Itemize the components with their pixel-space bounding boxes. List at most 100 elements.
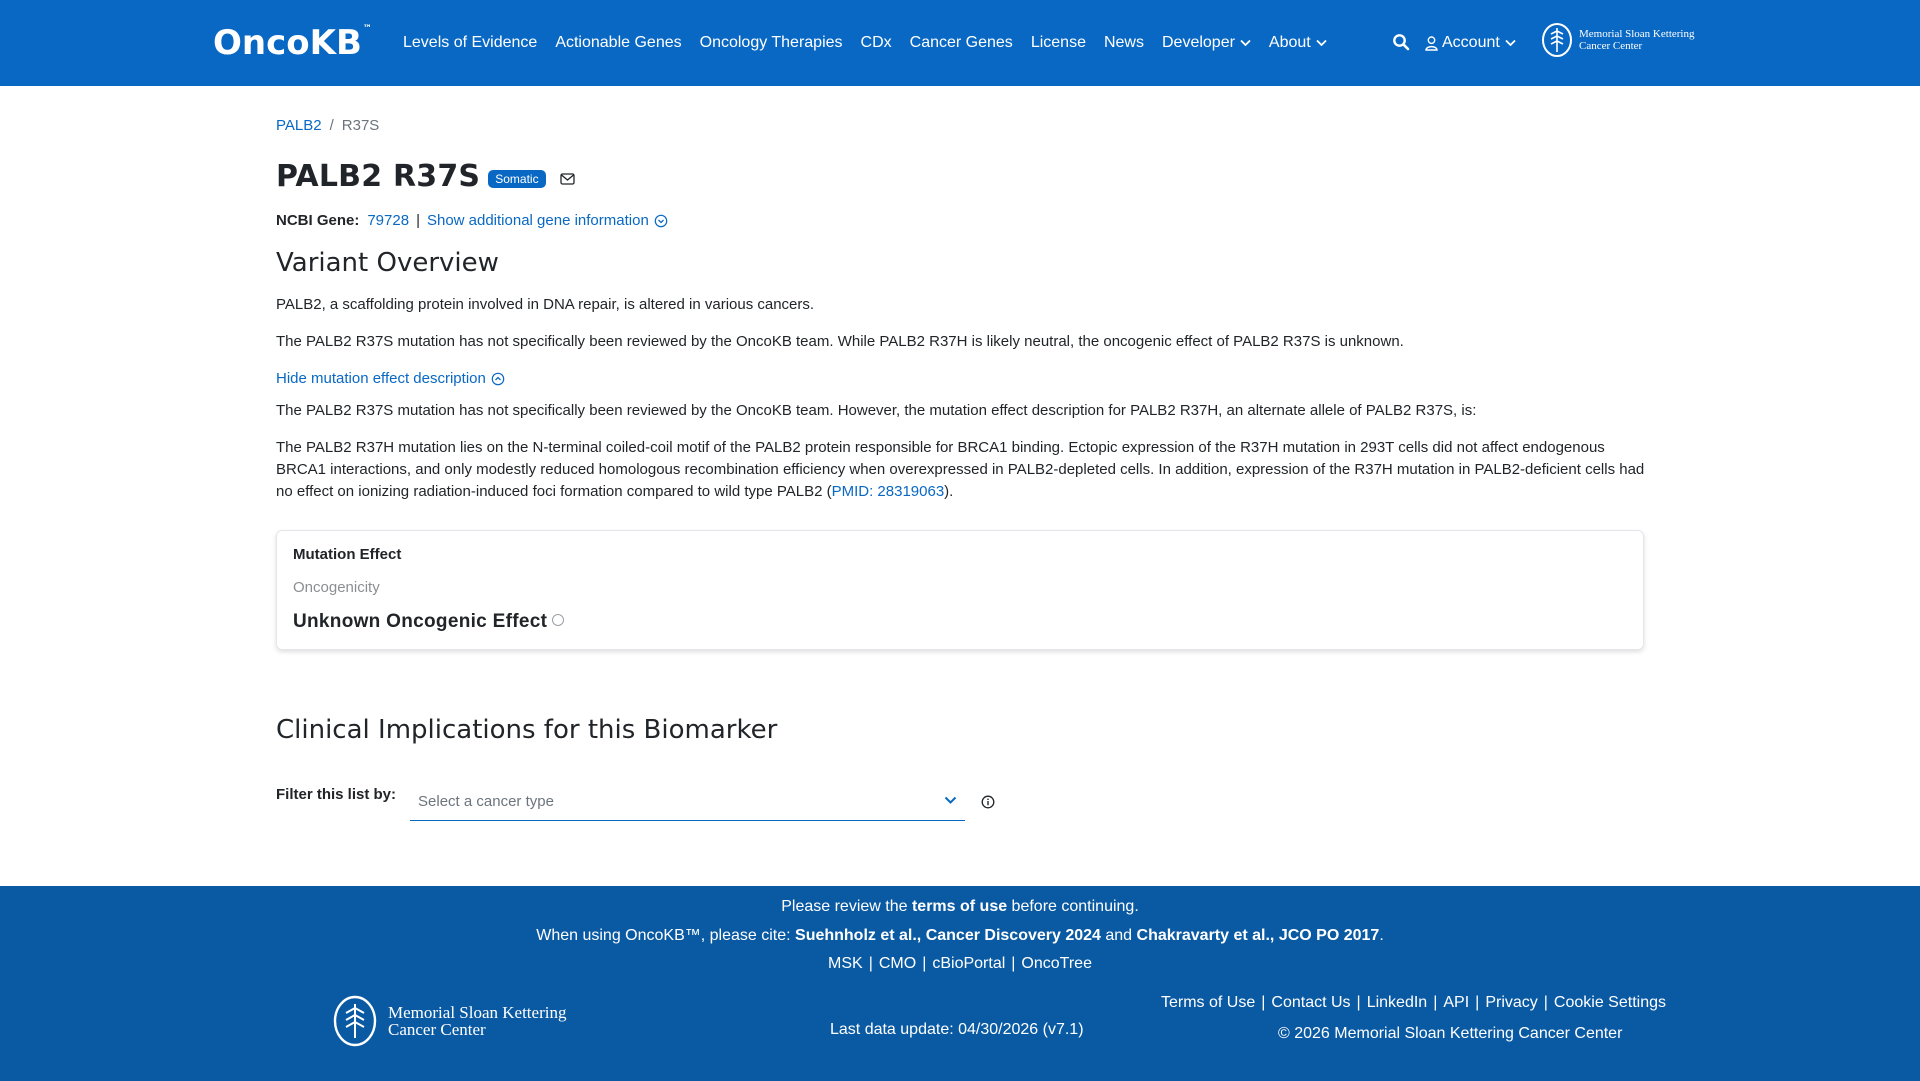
footer-review-post: before continuing. (1007, 898, 1139, 915)
footer-sep: | (1433, 994, 1438, 1011)
mutation-effect-card: Mutation Effect Oncogenicity Unknown Onc… (276, 530, 1644, 650)
mutation-effect-end: ). (944, 483, 954, 500)
filter-label: Filter this list by: (276, 786, 397, 803)
footer-contact-us[interactable]: Contact Us (1271, 994, 1350, 1012)
nav-actionable-genes[interactable]: Actionable Genes (555, 34, 681, 52)
chevron-down-icon (944, 796, 957, 804)
oncogenicity-value: Unknown Oncogenic Effect (293, 611, 548, 632)
msk-header-text: Memorial Sloan Kettering Cancer Center (1579, 28, 1694, 52)
msk-footer-text: Memorial Sloan Kettering Cancer Center (388, 1004, 566, 1038)
gene-info-row: NCBI Gene: 79728 | Show additional gene … (276, 212, 668, 229)
copyright: © 2026 Memorial Sloan Kettering Cancer C… (1278, 1025, 1623, 1042)
footer-terms-notice: Please review the terms of use before co… (0, 898, 1920, 916)
gene-info-pipe: | (416, 212, 420, 229)
logo-text: OncoKB (213, 23, 362, 63)
msk-header-logo[interactable]: Memorial Sloan Kettering Cancer Center (1541, 22, 1694, 58)
somatic-badge: Somatic (488, 169, 546, 188)
footer-terms-of-use[interactable]: Terms of Use (1161, 994, 1255, 1012)
mutation-effect-text: The PALB2 R37H mutation lies on the N-te… (276, 439, 1645, 500)
footer-sep: | (1356, 994, 1361, 1011)
footer-cookie-settings[interactable]: Cookie Settings (1554, 994, 1666, 1012)
nav-license[interactable]: License (1031, 34, 1086, 52)
circle-chevron-up-icon (491, 372, 505, 385)
footer-api[interactable]: API (1443, 994, 1469, 1012)
chevron-down-icon (1505, 39, 1516, 47)
nav-oncology-therapies[interactable]: Oncology Therapies (700, 34, 843, 52)
footer-link-oncotree[interactable]: OncoTree (1021, 955, 1092, 972)
footer: Please review the terms of use before co… (0, 886, 1920, 1081)
circle-chevron-down-icon (654, 214, 668, 227)
footer-sep: | (1475, 994, 1480, 1011)
ncbi-gene-label: NCBI Gene: (276, 212, 360, 229)
pmid-link[interactable]: PMID: 28319063 (832, 483, 945, 500)
nav-about-dropdown[interactable]: About (1269, 34, 1327, 52)
msk-name-line2: Cancer Center (1579, 40, 1643, 52)
user-icon (1425, 35, 1438, 51)
hide-mutation-effect-label: Hide mutation effect description (276, 370, 486, 387)
breadcrumb-current: R37S (341, 117, 380, 134)
cancer-type-placeholder: Select a cancer type (418, 793, 554, 810)
breadcrumb-separator: / (329, 117, 334, 134)
nav-developer-label: Developer (1161, 34, 1235, 51)
chevron-down-icon (1240, 39, 1251, 47)
nav-news[interactable]: News (1104, 34, 1144, 52)
nav-cancer-genes[interactable]: Cancer Genes (910, 34, 1013, 52)
msk-footer-logo[interactable]: Memorial Sloan Kettering Cancer Center (333, 995, 566, 1047)
footer-cite-link-2[interactable]: Chakravarty et al., JCO PO 2017 (1137, 927, 1380, 944)
chevron-down-icon (1316, 39, 1327, 47)
variant-overview-summary: PALB2, a scaffolding protein involved in… (276, 296, 815, 313)
nav-developer-dropdown[interactable]: Developer (1162, 34, 1251, 52)
footer-link-cmo[interactable]: CMO (879, 955, 916, 972)
nav-links: Levels of Evidence Actionable Genes Onco… (394, 0, 1336, 86)
oncogenicity-value-row: Unknown Oncogenic Effect (293, 611, 565, 633)
footer-terms-link[interactable]: terms of use (912, 898, 1007, 915)
msk-footer-line1: Memorial Sloan Kettering (388, 1003, 567, 1022)
mail-icon[interactable] (559, 172, 575, 185)
account-label: Account (1442, 34, 1500, 51)
breadcrumb-gene-link[interactable]: PALB2 (276, 117, 322, 134)
footer-cite-pre: When using OncoKB™, please cite: (536, 927, 796, 944)
cancer-type-select[interactable]: Select a cancer type (410, 783, 966, 821)
top-navbar: OncoKB ™ Levels of Evidence Actionable Ge… (0, 0, 1920, 86)
logo-trademark: ™ (362, 24, 372, 34)
footer-sep: | (1543, 994, 1548, 1011)
footer-review-pre: Please review the (781, 898, 912, 915)
nav-about-label: About (1268, 34, 1311, 51)
mutation-effect-description: The PALB2 R37H mutation lies on the N-te… (276, 437, 1646, 503)
variant-overview-oncogenic: The PALB2 R37S mutation has not specific… (276, 333, 1404, 350)
mutation-effect-intro: The PALB2 R37S mutation has not specific… (276, 402, 1477, 419)
clinical-implications-heading: Clinical Implications for this Biomarker (276, 715, 778, 745)
account-dropdown[interactable]: Account (1425, 0, 1520, 86)
ncbi-gene-link[interactable]: 79728 (367, 212, 409, 229)
msk-logo-icon (1542, 23, 1572, 57)
footer-sep: | (868, 955, 873, 972)
page-title-row: PALB2 R37S Somatic (276, 159, 575, 194)
last-data-update: Last data update: 04/30/2026 (v7.1) (830, 1021, 1084, 1038)
page-title: PALB2 R37S (276, 159, 481, 194)
footer-sep: | (1261, 994, 1266, 1011)
footer-partner-links: MSK | CMO | cBioPortal | OncoTree (0, 955, 1920, 973)
footer-cite-link-1[interactable]: Suehnholz et al., Cancer Discovery 2024 (795, 927, 1101, 944)
footer-linkedin[interactable]: LinkedIn (1367, 994, 1428, 1012)
footer-link-msk[interactable]: MSK (828, 955, 863, 972)
show-gene-info-label: Show additional gene information (426, 212, 649, 229)
breadcrumb: PALB2 / R37S (276, 117, 379, 134)
nav-levels-of-evidence[interactable]: Levels of Evidence (403, 34, 537, 52)
footer-sep: | (1011, 955, 1016, 972)
footer-citation: When using OncoKB™, please cite: Suehnho… (0, 927, 1920, 945)
unknown-circle-icon (552, 613, 565, 626)
footer-link-cbioportal[interactable]: cBioPortal (932, 955, 1005, 972)
show-gene-info-toggle[interactable]: Show additional gene information (427, 212, 668, 229)
variant-overview-heading: Variant Overview (276, 248, 499, 278)
hide-mutation-effect-toggle[interactable]: Hide mutation effect description (276, 370, 505, 387)
footer-cite-end: . (1379, 927, 1384, 944)
oncokb-logo[interactable]: OncoKB ™ (213, 24, 372, 64)
nav-cdx[interactable]: CDx (861, 34, 892, 52)
footer-legal-links: Terms of Use | Contact Us | LinkedIn | API |… (1161, 994, 1666, 1012)
oncogenicity-label: Oncogenicity (293, 579, 380, 596)
info-icon[interactable] (981, 795, 995, 809)
footer-cite-and: and (1100, 927, 1137, 944)
footer-sep: | (922, 955, 927, 972)
search-icon[interactable] (1392, 33, 1410, 51)
footer-privacy[interactable]: Privacy (1485, 994, 1537, 1012)
